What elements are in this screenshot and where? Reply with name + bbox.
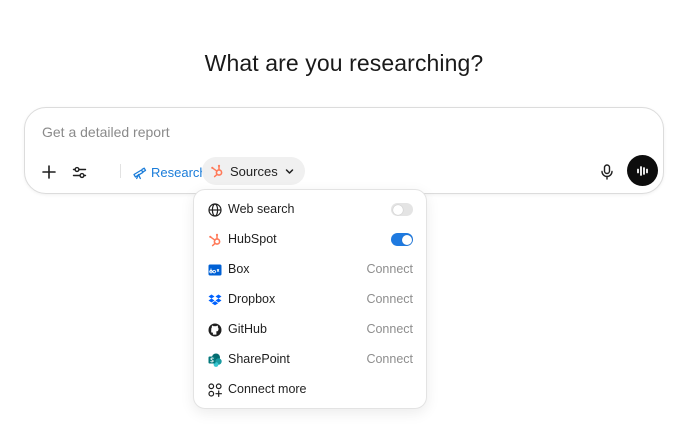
source-item-box[interactable]: Box Connect: [194, 255, 426, 285]
source-item-hubspot[interactable]: HubSpot: [194, 225, 426, 255]
add-button[interactable]: [37, 160, 61, 184]
tools-button[interactable]: [67, 160, 91, 184]
sharepoint-icon: [207, 352, 223, 368]
source-label: Connect more: [228, 382, 307, 396]
telescope-icon: [133, 167, 147, 179]
connect-dropbox-button[interactable]: Connect: [366, 292, 413, 306]
sources-dropdown[interactable]: Sources: [202, 157, 305, 185]
connect-sharepoint-button[interactable]: Connect: [366, 352, 413, 366]
github-icon: [207, 322, 223, 338]
source-label: GitHub: [228, 322, 267, 336]
source-item-github[interactable]: GitHub Connect: [194, 315, 426, 345]
source-item-dropbox[interactable]: Dropbox Connect: [194, 285, 426, 315]
source-label: HubSpot: [228, 232, 277, 246]
hubspot-icon: [207, 232, 223, 248]
source-item-web-search[interactable]: Web search: [194, 195, 426, 225]
source-label: Box: [228, 262, 250, 276]
microphone-icon: [601, 164, 613, 180]
source-item-sharepoint[interactable]: SharePoint Connect: [194, 345, 426, 375]
box-icon: [207, 262, 223, 278]
dropbox-icon: [207, 292, 223, 308]
microphone-button[interactable]: [595, 160, 619, 184]
hubspot-toggle[interactable]: [391, 233, 413, 246]
voice-mode-button[interactable]: [627, 155, 658, 186]
research-composer: Get a detailed report Research × Sources: [24, 107, 664, 194]
connect-github-button[interactable]: Connect: [366, 322, 413, 336]
prompt-input[interactable]: Get a detailed report: [42, 124, 170, 140]
sources-chip-label: Sources: [230, 163, 278, 179]
source-label: Web search: [228, 202, 295, 216]
source-label: SharePoint: [228, 352, 290, 366]
connect-box-button[interactable]: Connect: [366, 262, 413, 276]
chevron-down-icon: [285, 168, 293, 174]
waveform-icon: [636, 165, 648, 176]
page-title: What are you researching?: [204, 50, 484, 76]
sources-menu: Web search HubSpot Box Connect Dropbox C…: [193, 189, 427, 409]
plus-icon: [42, 165, 56, 179]
source-label: Dropbox: [228, 292, 276, 306]
sliders-icon: [72, 166, 86, 178]
globe-icon: [207, 202, 223, 218]
web-search-toggle[interactable]: [391, 203, 413, 216]
research-chip-label: Research: [151, 164, 207, 180]
toolbar-divider: [120, 164, 121, 178]
connect-more-item[interactable]: Connect more: [194, 375, 426, 405]
hubspot-icon: [211, 164, 223, 178]
apps-plus-icon: [207, 382, 223, 398]
